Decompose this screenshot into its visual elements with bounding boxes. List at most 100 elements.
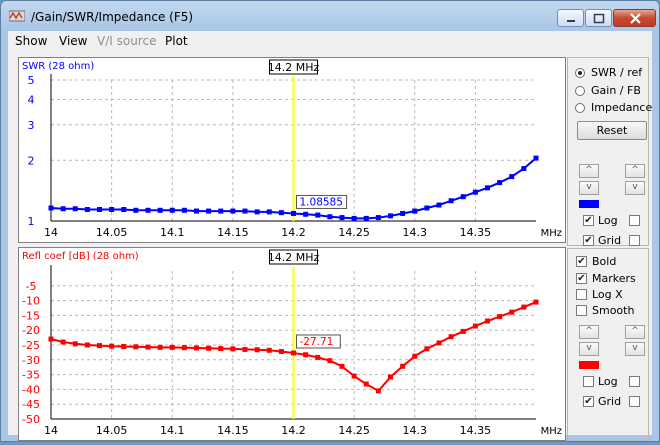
- bottom-right-up-button[interactable]: ^: [625, 325, 645, 339]
- refl-data-point: [169, 344, 175, 350]
- swr-cursor-label: 14.2 MHz: [268, 61, 320, 74]
- refl-value-label: -27.71: [300, 336, 334, 348]
- swr-x-tick-label: 14.25: [338, 226, 370, 239]
- bottom-grid-checkbox[interactable]: ✔: [583, 396, 594, 407]
- swr-data-point: [181, 207, 187, 213]
- bottom-log-checkbox[interactable]: [583, 376, 594, 387]
- bottom-grid-label: Grid: [598, 395, 622, 408]
- refl-data-point: [97, 343, 102, 349]
- refl-data-point: [254, 347, 260, 353]
- refl-data-point: [133, 344, 139, 350]
- title-bar[interactable]: /Gain/SWR/Impedance (F5): [1, 1, 659, 31]
- refl-data-point: [84, 342, 90, 348]
- top-grid-label: Grid: [598, 234, 622, 247]
- refl-y-tick-label: -50: [22, 413, 40, 426]
- maximize-button[interactable]: [585, 9, 612, 27]
- menu-show[interactable]: Show: [15, 34, 47, 48]
- refl-x-tick-label: 14.2: [281, 424, 306, 437]
- logx-checkbox[interactable]: [576, 289, 587, 300]
- swr-data-point: [327, 214, 333, 220]
- refl-data-point: [533, 299, 539, 305]
- radio-impedance-dot[interactable]: [575, 103, 585, 113]
- refl-data-point: [72, 341, 78, 347]
- bottom-grid-right-checkbox[interactable]: [629, 396, 640, 407]
- swr-data-point: [388, 213, 393, 219]
- markers-row[interactable]: ✔ Markers: [571, 272, 651, 288]
- refl-data-point: [424, 346, 430, 352]
- top-grid-right-checkbox[interactable]: [629, 235, 640, 246]
- radio-swr-ref-dot[interactable]: [575, 68, 585, 78]
- refl-y-tick-label: -15: [22, 309, 40, 322]
- swr-data-point: [436, 202, 442, 208]
- bottom-color-swatch[interactable]: [579, 361, 599, 369]
- refl-data-point: [145, 344, 151, 350]
- minimize-icon: [567, 20, 575, 22]
- swr-x-tick-label: 14.35: [460, 226, 492, 239]
- bold-row[interactable]: ✔ Bold: [571, 255, 651, 271]
- refl-x-tick-label: 14.1: [160, 424, 185, 437]
- top-right-up-button[interactable]: ^: [625, 164, 645, 178]
- swr-data-point: [230, 208, 236, 214]
- refl-data-point: [194, 345, 199, 351]
- swr-x-axis-label: MHz: [541, 228, 562, 239]
- top-log-right-checkbox[interactable]: [629, 215, 640, 226]
- top-log-checkbox[interactable]: ✔: [583, 215, 594, 226]
- swr-data-point: [400, 210, 406, 216]
- refl-y-tick-label: -10: [22, 295, 40, 308]
- top-left-down-button[interactable]: v: [579, 181, 599, 195]
- refl-data-point: [400, 363, 406, 369]
- refl-data-point: [315, 354, 321, 360]
- refl-y-tick-label: -35: [22, 369, 40, 382]
- top-right-down-button[interactable]: v: [625, 181, 645, 195]
- refl-data-point: [460, 328, 466, 334]
- menu-vi-source[interactable]: V/I source: [97, 34, 156, 48]
- refl-x-tick-label: 14.15: [217, 424, 249, 437]
- bottom-left-down-button[interactable]: v: [579, 342, 599, 356]
- swr-x-tick-label: 14.05: [96, 226, 128, 239]
- bold-label: Bold: [592, 255, 617, 268]
- bottom-log-right-checkbox[interactable]: [629, 376, 640, 387]
- refl-chart: Refl coef [dB] (28 ohm) 14 14.05 14.1 14.15 1…: [18, 247, 566, 441]
- refl-y-tick-label: -25: [22, 339, 40, 352]
- top-grid-checkbox[interactable]: ✔: [583, 235, 594, 246]
- reset-button[interactable]: Reset: [577, 121, 647, 140]
- bottom-right-down-button[interactable]: v: [625, 342, 645, 356]
- swr-data-point: [194, 208, 199, 214]
- refl-data-point: [521, 304, 527, 310]
- swr-data-point: [109, 207, 115, 213]
- refl-data-point: [303, 352, 309, 358]
- bottom-grid-row[interactable]: ✔ Grid: [571, 395, 651, 411]
- refl-data-point: [388, 374, 393, 380]
- swr-data-point: [97, 207, 102, 213]
- swr-data-point: [266, 209, 272, 215]
- swr-chart: SWR (28 ohm)14 14.05 14.1 14.15 14.2 14.25 14.…: [18, 57, 566, 243]
- radio-gain-fb-dot[interactable]: [575, 86, 585, 96]
- markers-checkbox[interactable]: ✔: [576, 273, 587, 284]
- top-log-row[interactable]: ✔ Log: [571, 214, 651, 230]
- menu-view[interactable]: View: [59, 34, 87, 48]
- top-color-swatch[interactable]: [579, 200, 599, 208]
- close-button[interactable]: [613, 9, 656, 27]
- swr-data-point: [242, 208, 248, 214]
- refl-chart-title: Refl coef [dB] (28 ohm): [22, 251, 139, 262]
- bold-checkbox[interactable]: ✔: [576, 256, 587, 267]
- refl-data-point: [327, 358, 333, 364]
- refl-x-tick-label: 14: [44, 424, 58, 437]
- menu-plot[interactable]: Plot: [165, 34, 188, 48]
- charts-svg[interactable]: SWR (28 ohm)14 14.05 14.1 14.15 14.2 14.25 14.…: [18, 57, 566, 441]
- smooth-checkbox[interactable]: [576, 305, 587, 316]
- refl-data-point: [206, 345, 212, 351]
- maximize-icon: [593, 13, 605, 24]
- refl-data-point: [266, 347, 272, 353]
- swr-value-label: 1.08585: [300, 196, 343, 208]
- swr-data-point: [497, 180, 503, 186]
- top-left-up-button[interactable]: ^: [579, 164, 599, 178]
- logx-row[interactable]: Log X: [571, 288, 651, 304]
- minimize-button[interactable]: [557, 9, 584, 27]
- swr-data-point: [351, 215, 357, 221]
- bottom-left-up-button[interactable]: ^: [579, 325, 599, 339]
- swr-data-point: [145, 207, 151, 213]
- refl-data-point: [363, 381, 369, 387]
- bottom-log-row[interactable]: Log: [571, 375, 651, 391]
- smooth-row[interactable]: Smooth: [571, 304, 651, 320]
